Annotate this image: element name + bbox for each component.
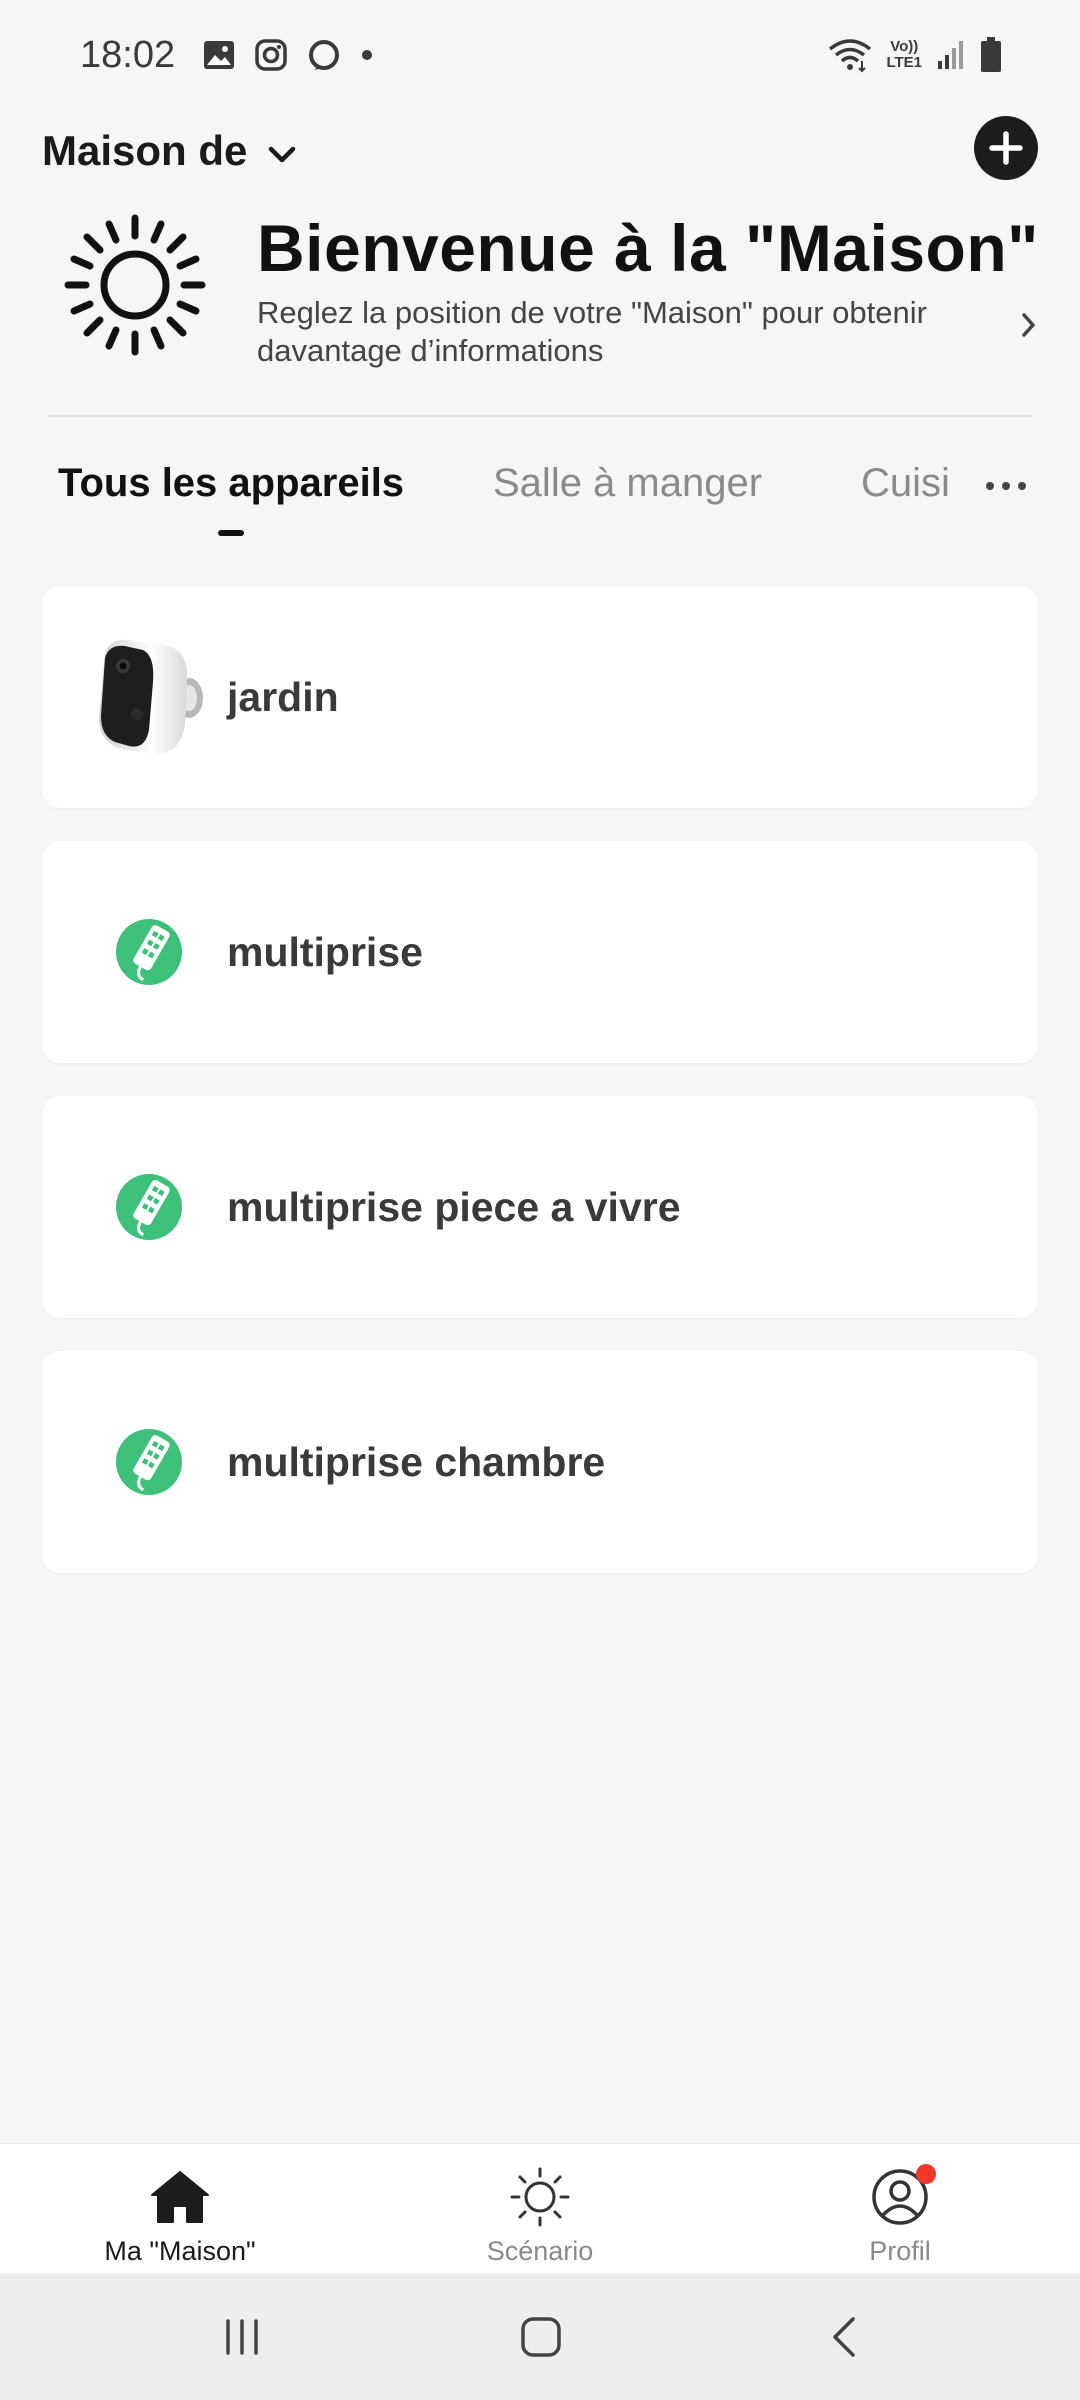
more-dot [1002,482,1010,490]
status-bar: 18:02 Vo)) LTE1 [0,0,1080,110]
volte-label: Vo)) [890,38,919,55]
back-icon [833,2317,855,2357]
nav-home[interactable]: Ma "Maison" [30,2144,330,2274]
active-tab-indicator [218,530,244,536]
nav-label: Ma "Maison" [104,2236,256,2266]
add-button[interactable] [974,116,1038,180]
device-name: multiprise [227,929,423,975]
profile-icon [870,2162,936,2232]
device-card-multiprise[interactable]: multiprise [42,841,1038,1063]
device-card-jardin[interactable]: jardin [42,586,1038,808]
plus-icon [989,131,1023,165]
home-system-button[interactable] [518,2311,564,2363]
room-tabs: Tous les appareils Salle à manger Cuisi [58,455,958,535]
home-name: Maison de [42,127,248,174]
tab-dining-room[interactable]: Salle à manger [493,461,762,506]
sun-outline-icon [509,2162,571,2232]
instagram-icon [255,39,287,71]
nav-label: Profil [869,2236,931,2266]
home-icon [149,2162,211,2232]
battery-icon [980,37,1002,73]
more-dot [986,482,994,490]
alexa-icon [307,38,341,72]
camera-icon [84,632,214,762]
notification-badge [916,2164,936,2184]
device-name: multiprise piece a vivre [227,1184,681,1230]
nav-scenario[interactable]: Scénario [390,2144,690,2274]
wifi-icon [828,37,872,73]
tab-all-devices[interactable]: Tous les appareils [58,461,404,506]
nav-label: Scénario [486,2236,594,2266]
gallery-icon [203,40,235,70]
home-square-icon [521,2317,561,2357]
status-right: Vo)) LTE1 [828,37,1002,73]
power-strip-icon [84,1397,214,1527]
recent-apps-button[interactable] [220,2311,264,2363]
divider [48,415,1034,417]
more-tabs-button[interactable] [976,468,1036,504]
lte-label: LTE1 [886,54,922,71]
chevron-down-icon [267,127,297,175]
device-name: jardin [227,674,339,720]
more-dot [1018,482,1026,490]
welcome-subtitle: Reglez la position de votre "Maison" pou… [257,295,927,368]
power-strip-icon [84,887,214,1017]
nav-profile[interactable]: Profil [750,2144,1050,2274]
back-button[interactable] [826,2311,862,2363]
tab-kitchen[interactable]: Cuisi [861,461,950,506]
home-selector[interactable]: Maison de [42,118,297,184]
chevron-right-icon [1020,310,1038,345]
welcome-title: Bienvenue à la "Maison" [257,211,1039,285]
bottom-nav: Ma "Maison" Scénario Profil [0,2143,1080,2273]
volte-icon: Vo)) LTE1 [886,39,922,71]
status-left: 18:02 [80,34,373,77]
power-strip-icon [84,1142,214,1272]
dot-icon [361,49,373,61]
status-time: 18:02 [80,33,176,76]
device-card-multiprise-chambre[interactable]: multiprise chambre [42,1351,1038,1573]
recent-apps-icon [226,2319,258,2355]
welcome-banner[interactable]: Bienvenue à la "Maison" Reglez la positi… [42,200,1042,380]
device-name: multiprise chambre [227,1439,606,1485]
signal-icon [936,39,966,71]
device-card-multiprise-piece-a-vivre[interactable]: multiprise piece a vivre [42,1096,1038,1318]
sun-icon [60,210,210,360]
system-nav-bar [0,2273,1080,2400]
